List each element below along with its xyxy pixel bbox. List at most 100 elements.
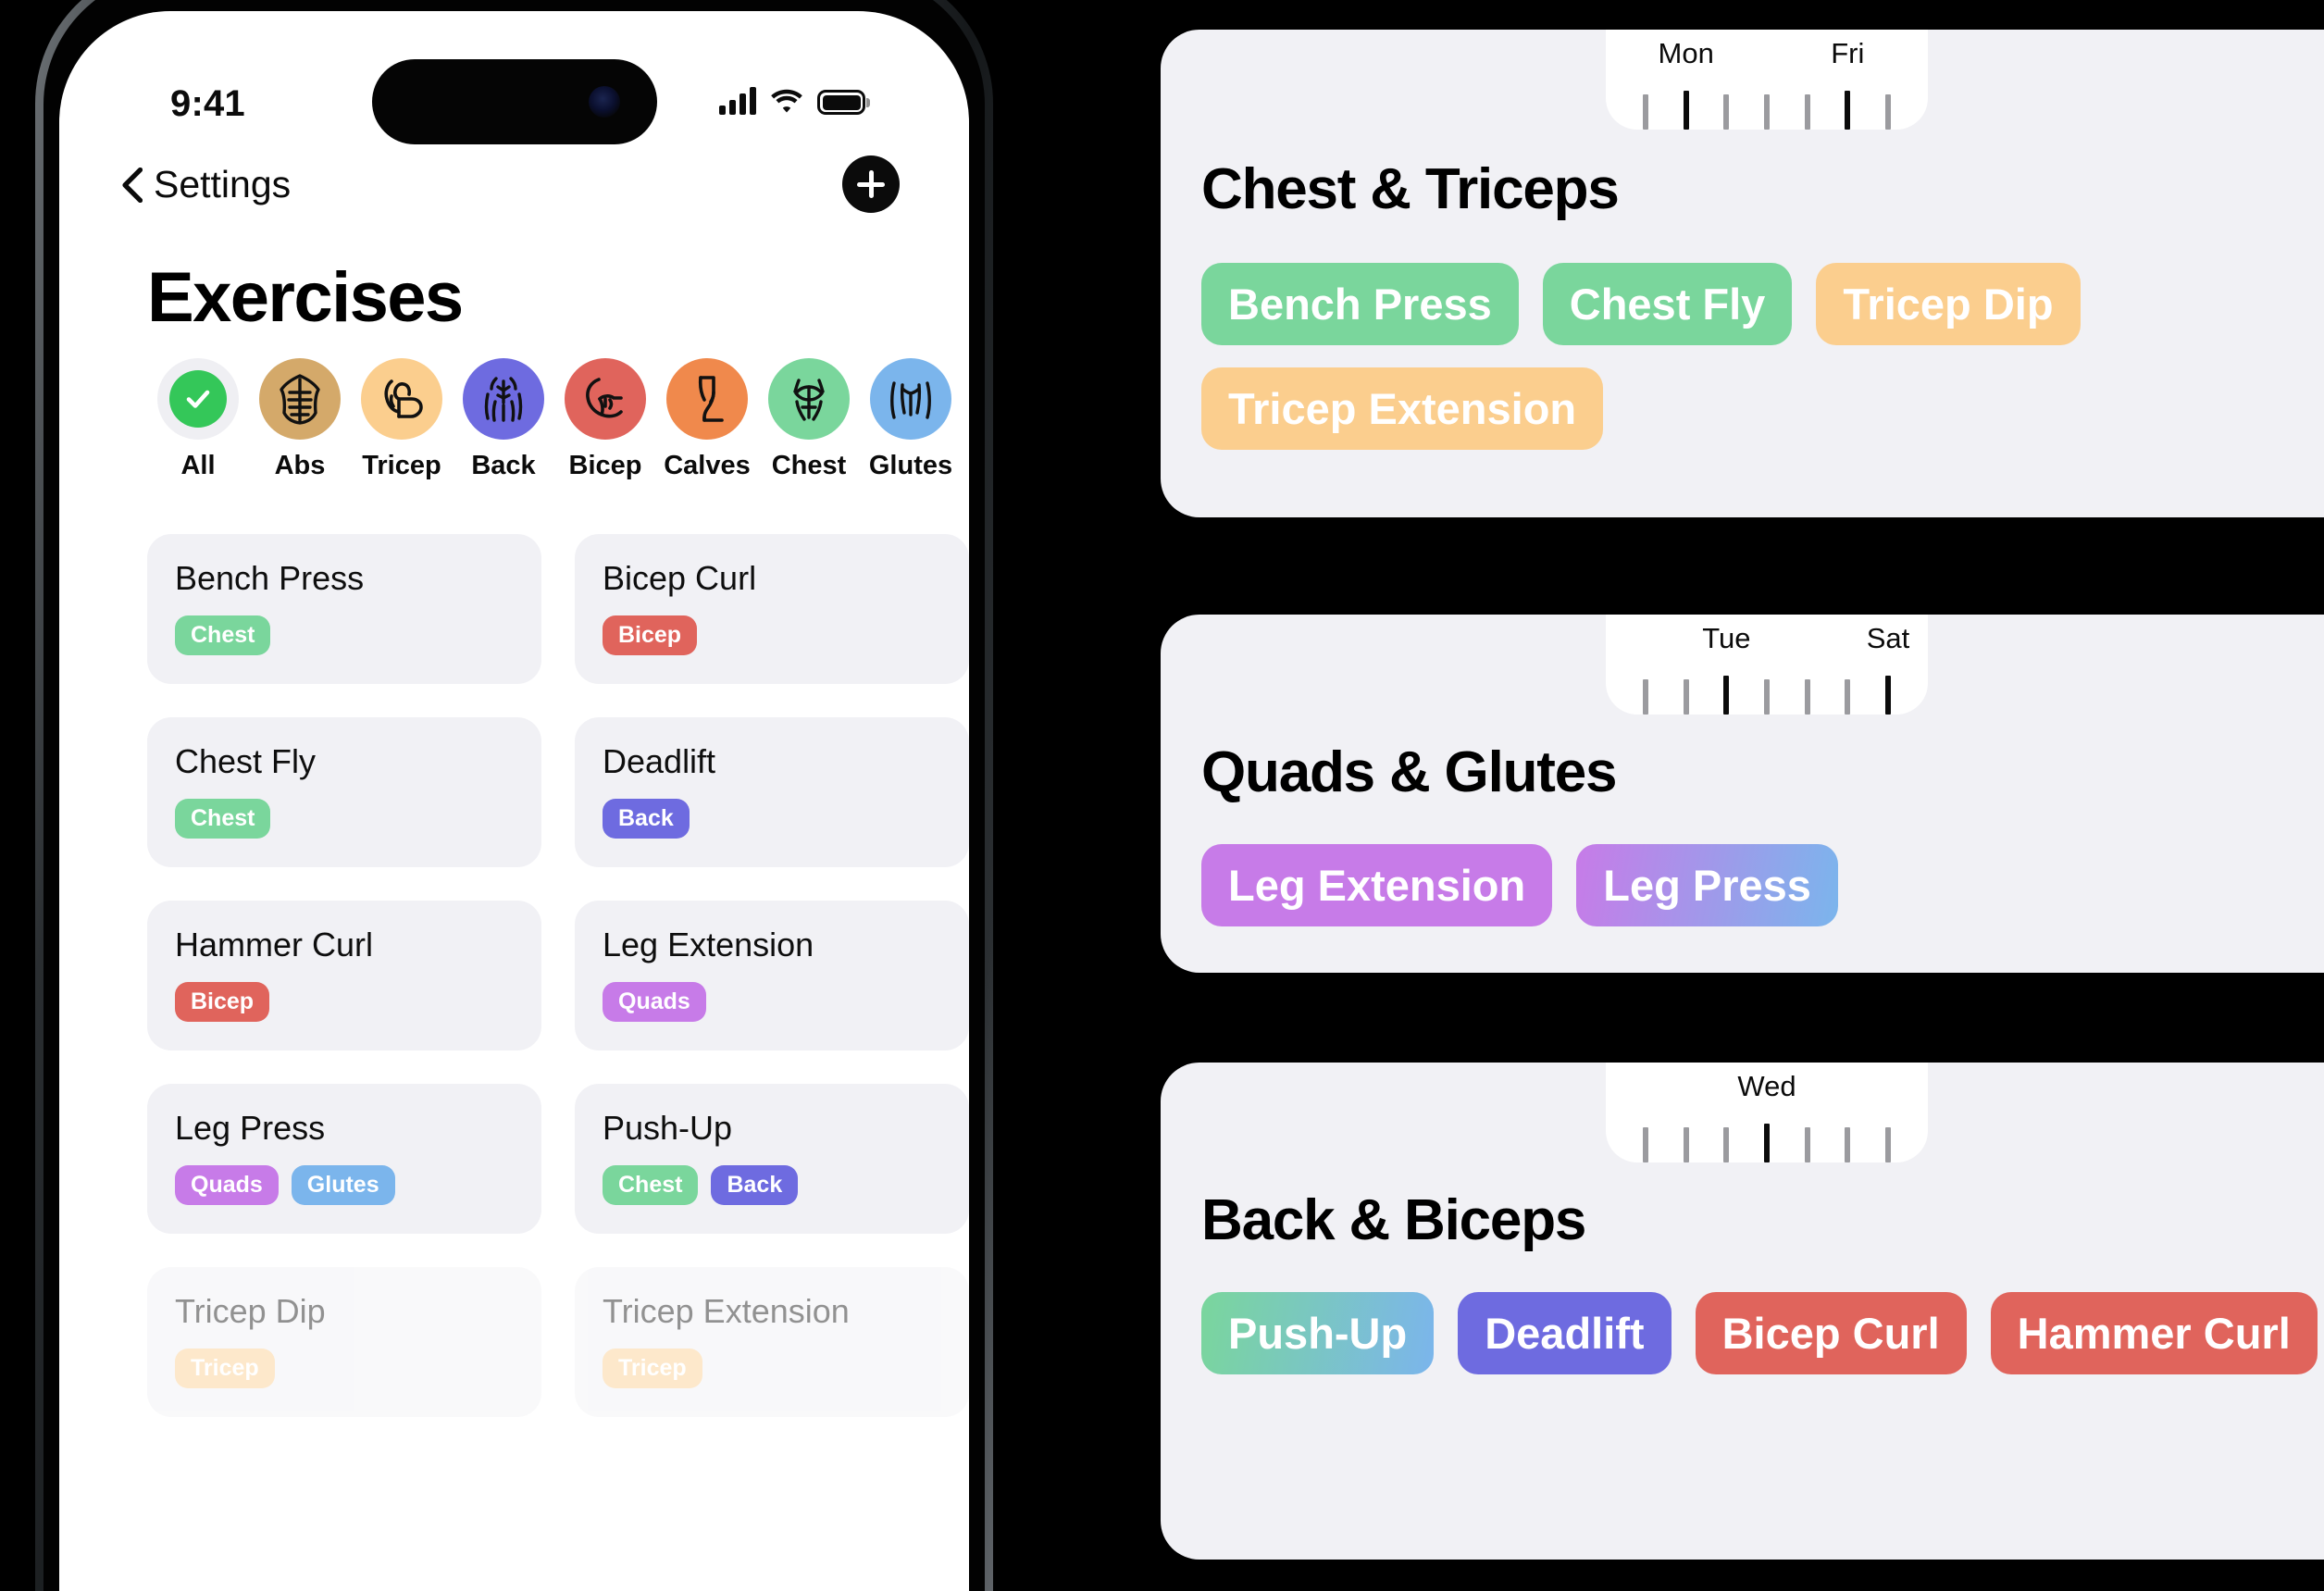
week-tick-active <box>1683 91 1689 130</box>
add-exercise-button[interactable] <box>842 155 900 213</box>
exercise-tag-list: Quads <box>603 982 941 1022</box>
tricep-icon-container <box>361 358 442 440</box>
exercise-card[interactable]: Push-Up Chest Back <box>575 1084 969 1234</box>
status-bar-time: 9:41 <box>170 83 245 124</box>
status-bar-icons <box>719 76 865 115</box>
day-card[interactable]: Mon Fri Chest & Triceps Bench Press Chest … <box>1161 30 2324 517</box>
day-card-chip[interactable]: Bench Press <box>1201 263 1519 345</box>
muscle-tag: Bicep <box>175 982 270 1022</box>
back-icon <box>473 368 534 429</box>
glutes-icon <box>880 368 941 429</box>
week-tick-active <box>1723 676 1730 715</box>
day-card-chip[interactable]: Bicep Curl <box>1695 1292 1967 1374</box>
day-label: Fri <box>1831 37 1865 69</box>
muscle-tag: Tricep <box>603 1349 702 1388</box>
muscle-tag: Back <box>603 799 690 839</box>
muscle-tag: Quads <box>603 982 706 1022</box>
exercise-name: Tricep Dip <box>175 1292 326 1330</box>
week-tick-active <box>1845 91 1851 130</box>
exercise-card[interactable]: Tricep Dip Tricep <box>147 1267 541 1417</box>
muscle-tag: Tricep <box>175 1349 275 1388</box>
day-label: Mon <box>1658 37 1714 69</box>
exercise-tag-list: Chest <box>175 615 514 655</box>
category-chip-label: All <box>180 451 216 480</box>
exercise-tag-list: Bicep <box>175 982 514 1022</box>
category-filter-row[interactable]: All Abs Tricep Back Bicep Calves Chest Glutes Qu <box>59 358 969 506</box>
day-card-chip[interactable]: Tricep Extension <box>1201 367 1604 450</box>
week-tick <box>1723 1127 1730 1162</box>
day-label: Sat <box>1866 622 1910 654</box>
week-tick <box>1683 679 1689 715</box>
category-chip-chest[interactable]: Chest <box>758 358 860 506</box>
chest-icon <box>778 368 839 429</box>
bicep-icon-container <box>565 358 646 440</box>
tricep-icon <box>371 368 432 429</box>
chevron-left-icon <box>122 167 143 203</box>
week-tick <box>1804 1127 1810 1162</box>
exercise-grid: Bench Press Chest Bicep Curl Bicep Chest Fly… <box>147 534 969 1417</box>
muscle-tag: Chest <box>175 615 271 655</box>
week-tick-active <box>1763 1124 1770 1162</box>
bicep-icon <box>575 368 636 429</box>
day-card-chip[interactable]: Deadlift <box>1458 1292 1672 1374</box>
exercise-tag-list: Quads Glutes <box>175 1165 514 1205</box>
category-chip-back[interactable]: Back <box>453 358 554 506</box>
exercise-card[interactable]: Leg Press Quads Glutes <box>147 1084 541 1234</box>
muscle-tag: Chest <box>175 799 271 839</box>
day-card-chip[interactable]: Leg Press <box>1576 844 1838 926</box>
glutes-icon-container <box>870 358 951 440</box>
exercise-card[interactable]: Chest Fly Chest <box>147 717 541 867</box>
exercise-card[interactable]: Hammer Curl Bicep <box>147 901 541 1050</box>
navigation-bar: Settings <box>59 150 969 235</box>
muscle-tag: Back <box>711 1165 799 1205</box>
back-to-settings-button[interactable]: Settings <box>122 163 291 206</box>
category-chip-glutes[interactable]: Glutes <box>860 358 962 506</box>
battery-icon <box>817 90 865 115</box>
front-camera-icon <box>588 86 620 118</box>
day-card-title: Back & Biceps <box>1201 1188 1586 1252</box>
category-chip-abs[interactable]: Abs <box>249 358 351 506</box>
day-label: Wed <box>1737 1070 1796 1102</box>
card-notch: Mon Fri <box>1606 30 1928 130</box>
day-card[interactable]: Tue Sat Quads & Glutes Leg Extension Leg P… <box>1161 615 2324 973</box>
week-tick <box>1804 679 1810 715</box>
back-button-label: Settings <box>154 163 292 205</box>
day-card[interactable]: Wed Back & Biceps Push-Up Deadlift Bicep C… <box>1161 1063 2324 1560</box>
category-chip-label: Tricep <box>362 451 441 480</box>
day-card-chip[interactable]: Hammer Curl <box>1990 1292 2318 1374</box>
exercise-tag-list: Tricep <box>175 1349 514 1388</box>
exercise-name: Tricep Extension <box>603 1292 850 1330</box>
day-card-chip[interactable]: Tricep Dip <box>1816 263 2081 345</box>
exercise-card[interactable]: Bicep Curl Bicep <box>575 534 969 684</box>
wifi-icon <box>769 87 804 115</box>
exercise-card[interactable]: Tricep Extension Tricep <box>575 1267 969 1417</box>
exercise-card[interactable]: Leg Extension Quads <box>575 901 969 1050</box>
day-card-exercise-chips: Push-Up Deadlift Bicep Curl Hammer Curl <box>1201 1292 2324 1374</box>
week-tick <box>1643 1127 1648 1162</box>
day-card-chip[interactable]: Leg Extension <box>1201 844 1553 926</box>
category-chip-calves[interactable]: Calves <box>656 358 758 506</box>
day-card-chip[interactable]: Chest Fly <box>1542 263 1793 345</box>
exercise-tag-list: Chest <box>175 799 514 839</box>
checkmark-icon-container <box>157 358 239 440</box>
week-tick-marks <box>1643 87 1891 130</box>
day-card-exercise-chips: Leg Extension Leg Press <box>1201 844 2324 926</box>
week-tick <box>1884 94 1891 130</box>
week-tick <box>1763 94 1770 130</box>
exercise-card[interactable]: Deadlift Back <box>575 717 969 867</box>
muscle-tag: Chest <box>603 1165 699 1205</box>
exercise-name: Hammer Curl <box>175 926 374 963</box>
plus-icon-vertical <box>868 170 874 198</box>
abs-icon-container <box>259 358 341 440</box>
calves-icon-container <box>666 358 748 440</box>
week-tick <box>1804 94 1810 130</box>
day-card-title: Quads & Glutes <box>1201 740 1617 804</box>
exercise-card[interactable]: Bench Press Chest <box>147 534 541 684</box>
category-chip-qu[interactable]: Qu <box>962 358 969 506</box>
dynamic-island <box>371 59 657 144</box>
chest-icon-container <box>768 358 850 440</box>
category-chip-bicep[interactable]: Bicep <box>554 358 656 506</box>
category-chip-tricep[interactable]: Tricep <box>351 358 453 506</box>
day-card-chip[interactable]: Push-Up <box>1201 1292 1435 1374</box>
category-chip-all[interactable]: All <box>147 358 249 506</box>
